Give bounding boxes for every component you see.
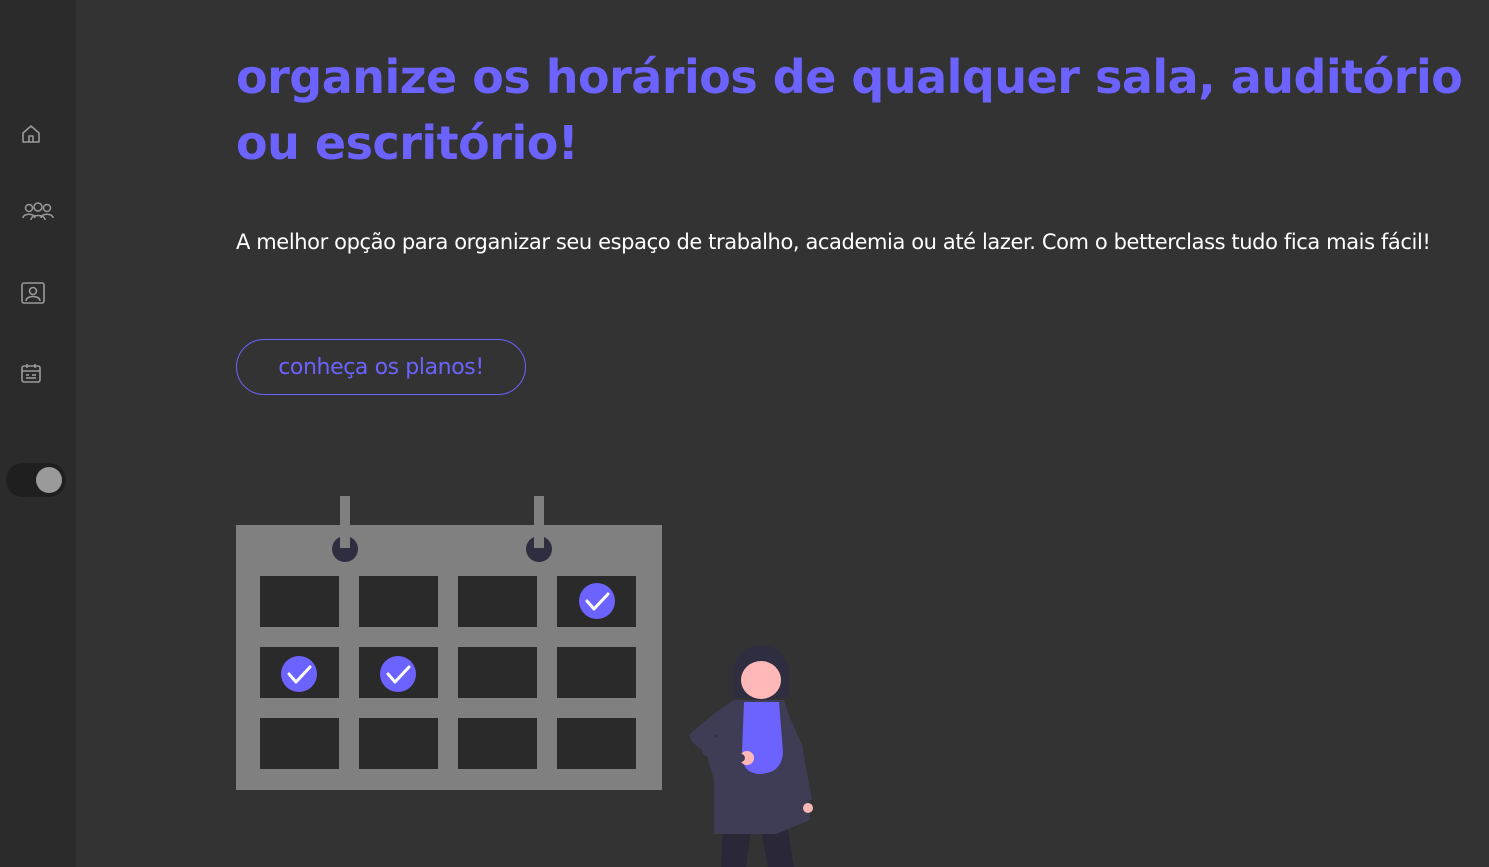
users-icon[interactable]: [18, 192, 58, 232]
hero-subtext: A melhor opção para organizar seu espaço…: [236, 230, 1431, 254]
contact-card-icon[interactable]: [13, 273, 53, 313]
plans-button[interactable]: conheça os planos!: [236, 339, 526, 395]
person-figure: [689, 645, 813, 867]
home-icon[interactable]: [11, 114, 51, 154]
calendar-icon[interactable]: [11, 353, 51, 393]
hero-headline: organize os horários de qualquer sala, a…: [236, 50, 1463, 170]
theme-toggle[interactable]: [6, 463, 66, 497]
sidebar: [0, 0, 76, 867]
calendar-illustration: [236, 496, 813, 867]
toggle-knob: [36, 467, 62, 493]
main-content: organize os horários de qualquer sala, a…: [76, 0, 1489, 867]
